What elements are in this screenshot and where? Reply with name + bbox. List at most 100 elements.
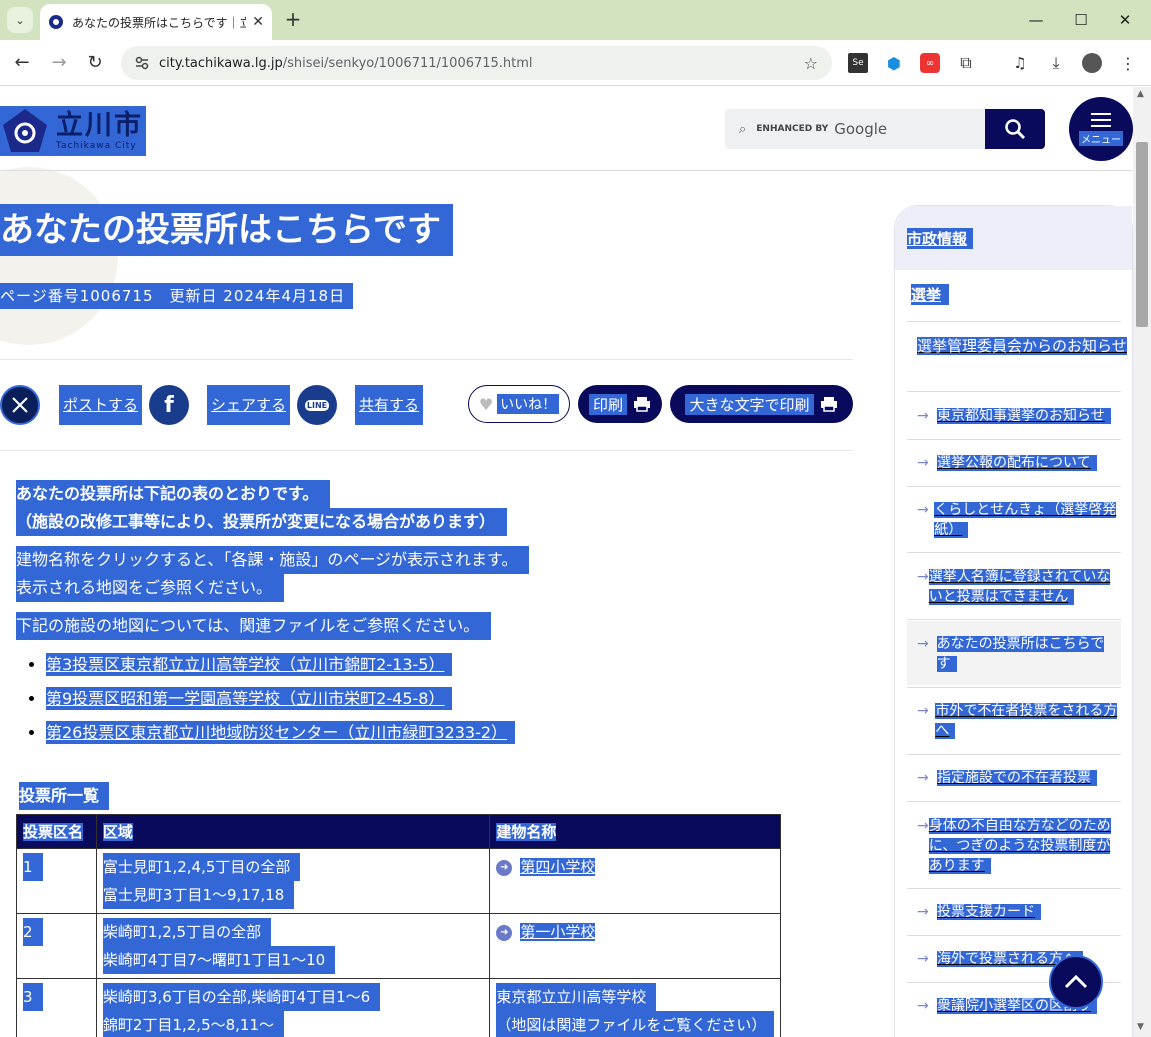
- forward-icon[interactable]: →: [47, 51, 71, 75]
- site-logo[interactable]: 立川市 Tachikawa City: [0, 106, 146, 156]
- hamburger-icon: [1091, 112, 1111, 127]
- extensions-puzzle-icon[interactable]: ⧉: [956, 53, 976, 73]
- sidebar-item[interactable]: → 選挙公報の配布について: [907, 453, 1121, 473]
- sidebar-item[interactable]: → 市外で不在者投票をされる方へ: [907, 701, 1121, 741]
- global-menu-button[interactable]: メニュー: [1069, 97, 1133, 161]
- close-tab-icon[interactable]: ✕: [252, 14, 264, 30]
- divider: [907, 935, 1121, 936]
- arrow-right-icon: →: [917, 904, 929, 920]
- arrow-right-icon: →: [917, 951, 929, 967]
- media-control-icon[interactable]: ♫: [1010, 53, 1030, 73]
- sidebar-item-label: 選挙公報の配布について: [937, 455, 1097, 471]
- browser-tab-strip: ⌄ あなたの投票所はこちらです｜立川 ✕ + — ☐ ✕: [0, 0, 1151, 40]
- sidebar-item[interactable]: → 身体の不自由な方などのために、つぎのような投票制度があります: [907, 816, 1121, 876]
- article-body: あなたの投票所は下記の表のとおりです。 （施設の改修工事等により、投票所が変更に…: [16, 480, 836, 752]
- back-icon[interactable]: ←: [10, 51, 34, 75]
- divider: [907, 754, 1121, 755]
- browser-menu-icon[interactable]: ⋮: [1118, 53, 1138, 73]
- sidebar-item[interactable]: → 選挙人名簿に登録されていないと投票はできません: [907, 567, 1121, 607]
- blue-extension-icon[interactable]: ⬢: [884, 53, 904, 73]
- printer-icon: [820, 397, 837, 412]
- sidebar-item-label: あなたの投票所はこちらです: [936, 636, 1105, 672]
- scrollbar-thumb[interactable]: [1136, 142, 1148, 327]
- column-header: 区域: [95, 814, 491, 849]
- like-label: いいね！: [497, 394, 560, 414]
- tab-search-button[interactable]: ⌄: [7, 7, 33, 33]
- table-caption: 投票所一覧: [19, 782, 110, 810]
- instruction-line-1: 建物名称をクリックすると、「各課・施設」のページが表示されます。: [16, 546, 530, 574]
- divider: [907, 801, 1121, 802]
- page-meta: ページ番号1006715 更新日 2024年4月18日: [0, 283, 354, 309]
- print-large-text-button[interactable]: 大きな文字で印刷: [670, 385, 853, 423]
- sidebar-item-current[interactable]: → あなたの投票所はこちらです: [907, 621, 1121, 685]
- close-window-icon[interactable]: ✕: [1113, 8, 1137, 32]
- download-icon[interactable]: ⤓: [1046, 53, 1066, 73]
- page-scrollbar[interactable]: ▲ ▼: [1133, 87, 1151, 1037]
- like-button[interactable]: ♥ いいね！: [468, 385, 570, 423]
- scroll-down-arrow-icon[interactable]: ▼: [1137, 1022, 1144, 1032]
- facebook-share-link[interactable]: シェアする: [207, 385, 291, 425]
- reload-icon[interactable]: ↻: [83, 51, 107, 75]
- facility-list: 第3投票区東京都立立川高等学校（立川市錦町2-13-5） 第9投票区昭和第一学園…: [46, 650, 836, 748]
- page-title: あなたの投票所はこちらです: [0, 204, 453, 256]
- red-extension-icon[interactable]: ∞: [920, 53, 940, 73]
- sidebar-subtitle-link[interactable]: 選挙: [911, 284, 950, 305]
- facility-link[interactable]: 第9投票区昭和第一学園高等学校（立川市栄町2-45-8）: [46, 687, 453, 710]
- table-header-row: 投票区名 区域 建物名称: [16, 814, 781, 849]
- sidebar-category-link[interactable]: 選挙管理委員会からのお知らせ: [917, 336, 1127, 357]
- intro-line-1: あなたの投票所は下記の表のとおりです。: [16, 480, 331, 508]
- chevron-down-icon: ⌄: [15, 13, 25, 27]
- column-header: 建物名称: [489, 814, 781, 849]
- instruction-paragraph: 建物名称をクリックすると、「各課・施設」のページが表示されます。 表示される地図…: [16, 546, 836, 602]
- arrow-right-icon: →: [917, 770, 929, 786]
- back-to-top-button[interactable]: [1049, 955, 1103, 1009]
- new-tab-button[interactable]: +: [281, 8, 305, 32]
- site-settings-icon[interactable]: [133, 54, 151, 72]
- print-button[interactable]: 印刷: [578, 385, 662, 423]
- sidebar-title-link[interactable]: 市政情報: [907, 228, 974, 249]
- search-submit-button[interactable]: [985, 109, 1045, 149]
- arrow-right-icon: →: [917, 818, 929, 834]
- line-share-icon[interactable]: LINE: [297, 385, 337, 425]
- building-cell: ➜ 第一小学校: [489, 913, 781, 979]
- building-link[interactable]: 第四小学校: [520, 858, 596, 876]
- site-search-input[interactable]: ⌕ ENHANCED BY Google: [725, 109, 985, 149]
- divider: [0, 359, 853, 360]
- sidebar-item[interactable]: → くらしとせんきょ（選挙啓発紙）: [907, 500, 1121, 540]
- menu-label: メニュー: [1079, 130, 1123, 146]
- table-row: 2 柴崎町1,2,5丁目の全部 柴崎町4丁目7～曙町1丁目1～10 ➜ 第一小学校: [16, 913, 781, 979]
- sidebar-item[interactable]: → 投票支援カード: [907, 902, 1121, 922]
- building-link[interactable]: 第一小学校: [520, 923, 596, 941]
- x-share-link[interactable]: ポストする: [59, 385, 143, 425]
- facebook-share-icon[interactable]: f: [149, 385, 189, 425]
- district-cell: 3: [16, 978, 97, 1037]
- list-item: 第3投票区東京都立立川高等学校（立川市錦町2-13-5）: [46, 650, 836, 680]
- bookmark-star-icon[interactable]: ☆: [804, 54, 818, 73]
- selenium-extension-icon[interactable]: Se: [848, 53, 868, 73]
- browser-toolbar: ← → ↻ city.tachikawa.lg.jp/shisei/senkyo…: [0, 40, 1151, 86]
- search-icon: ⌕: [739, 121, 747, 137]
- divider: [907, 486, 1121, 487]
- scroll-up-arrow-icon[interactable]: ▲: [1137, 89, 1144, 99]
- heart-icon: ♥: [478, 394, 494, 414]
- divider: [907, 619, 1121, 620]
- profile-avatar[interactable]: [1082, 53, 1102, 73]
- city-emblem-favicon-icon: [49, 15, 63, 29]
- area-cell: 富士見町1,2,4,5丁目の全部 富士見町3丁目1～9,17,18: [95, 848, 491, 914]
- arrow-right-icon: →: [917, 502, 929, 518]
- address-bar[interactable]: city.tachikawa.lg.jp/shisei/senkyo/10067…: [121, 46, 832, 80]
- maximize-window-icon[interactable]: ☐: [1069, 8, 1093, 32]
- divider: [907, 321, 1121, 322]
- browser-tab-active[interactable]: あなたの投票所はこちらです｜立川 ✕: [40, 4, 272, 40]
- divider: [907, 552, 1121, 553]
- minimize-window-icon[interactable]: —: [1024, 8, 1048, 32]
- sidebar-item[interactable]: → 東京都知事選挙のお知らせ: [907, 406, 1121, 426]
- facility-link[interactable]: 第26投票区東京都立川地域防災センター（立川市緑町3233-2）: [46, 721, 516, 744]
- sidebar-item[interactable]: → 指定施設での不在者投票: [907, 768, 1121, 788]
- x-share-icon[interactable]: [0, 385, 40, 425]
- line-share-link[interactable]: 共有する: [355, 385, 424, 425]
- list-item: 第9投票区昭和第一学園高等学校（立川市栄町2-45-8）: [46, 684, 836, 714]
- facility-link[interactable]: 第3投票区東京都立立川高等学校（立川市錦町2-13-5）: [46, 653, 453, 676]
- building-cell: ➜ 第四小学校: [489, 848, 781, 914]
- web-page: 立川市 Tachikawa City ⌕ ENHANCED BY Google …: [0, 87, 1133, 1037]
